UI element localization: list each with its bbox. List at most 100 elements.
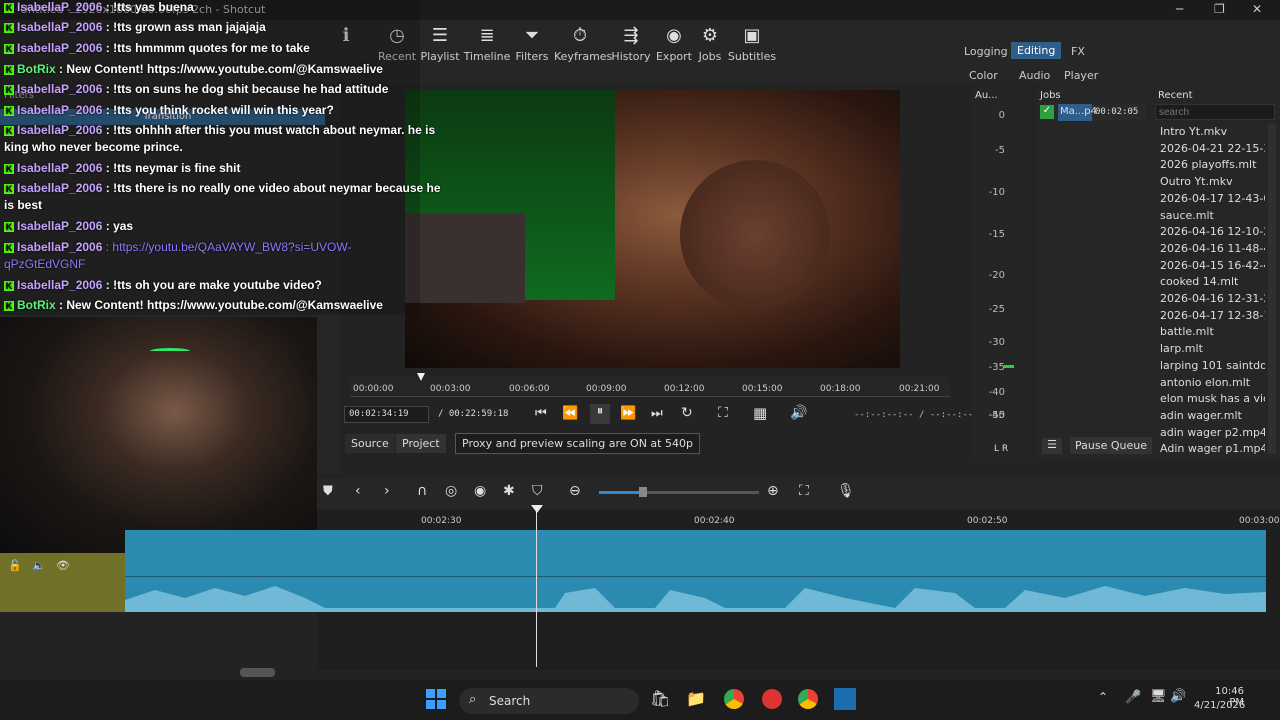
snap-icon[interactable]: ∩ (417, 483, 427, 499)
chevron-up-icon[interactable]: ⌃ (1098, 690, 1108, 704)
scrub-icon[interactable]: ◎ (445, 483, 457, 499)
pause-button[interactable]: ⏸ (590, 404, 610, 424)
job-row[interactable]: ✓ Ma...p4 00:02:05 (1040, 104, 1146, 121)
network-icon[interactable]: 🖥 (1150, 689, 1167, 704)
loop-icon[interactable]: ↻ (681, 405, 693, 421)
tab-project[interactable]: Project (396, 434, 446, 453)
timeline-playhead-handle[interactable] (531, 505, 543, 513)
recent-item[interactable]: 2026-04-16 11-48-47... (1160, 242, 1265, 255)
zoom-out-icon[interactable]: ⊖ (569, 483, 581, 499)
in-out-points: --:--:--:-- / --:--:--:-- (854, 410, 990, 420)
speaker-icon[interactable]: 🔊 (1170, 689, 1186, 704)
eye-icon[interactable]: 👁 (56, 559, 70, 572)
recent-item[interactable]: elon musk has a victi... (1160, 392, 1265, 405)
chat-line: king who never become prince. (4, 140, 183, 154)
taskbar-search-label: Search (489, 694, 531, 708)
zoom-slider[interactable] (599, 487, 759, 497)
subtitles-icon: ▣ (743, 25, 761, 46)
recent-scrollbar[interactable] (1268, 124, 1276, 454)
zoom-fit-timeline-icon[interactable]: ⛶ (799, 483, 809, 499)
keyframes-button[interactable]: ⏱ Keyframes (554, 22, 612, 63)
layout-editing[interactable]: Editing (1011, 42, 1062, 59)
chrome-profile-icon[interactable] (798, 689, 818, 709)
jobs-menu-icon[interactable]: ☰ (1042, 438, 1062, 454)
zoom-in-icon[interactable]: ⊕ (767, 483, 779, 499)
recent-item[interactable]: adin wager p2.mp4 (1160, 426, 1265, 439)
chat-overlay: K IsabellaP_2006 : !tts yas buena K Isabel… (0, 0, 441, 315)
timeline-scrollbar[interactable] (240, 668, 275, 677)
player-playhead[interactable] (417, 373, 425, 381)
timeline-playhead[interactable] (536, 505, 537, 667)
recent-item[interactable]: 2026-04-16 12-10-28... (1160, 225, 1265, 238)
ripple-markers-icon[interactable]: ⛉ (532, 483, 543, 499)
recent-item[interactable]: antonio elon.mlt (1160, 376, 1265, 389)
recent-item[interactable]: adin wager.mlt (1160, 409, 1265, 422)
microphone-icon[interactable]: 🎙 (837, 483, 855, 499)
windows-start-icon[interactable] (426, 689, 446, 709)
grid-icon[interactable]: ▦ (753, 404, 767, 422)
layout-fx[interactable]: FX (1065, 43, 1091, 60)
headphone-light (150, 348, 190, 354)
minimize-icon[interactable]: ─ (1176, 2, 1183, 16)
volume-icon[interactable]: 🔊 (790, 405, 807, 421)
close-icon[interactable]: ✕ (1252, 2, 1262, 16)
app-icon[interactable] (762, 689, 782, 709)
marker-icon[interactable]: ⛊ (323, 484, 333, 499)
recent-item[interactable]: 2026-04-16 12-31-21... (1160, 292, 1265, 305)
recent-item[interactable]: Intro Yt.mkv (1160, 125, 1265, 138)
microphone-tray-icon[interactable]: 🎤 (1125, 690, 1141, 705)
recent-item[interactable]: Adin wager p1.mp4 (1160, 442, 1265, 455)
duration-label: / 00:22:59:18 (438, 409, 509, 419)
layout-player[interactable]: Player (1058, 67, 1104, 84)
tab-source[interactable]: Source (345, 434, 395, 453)
timeline-clip[interactable] (125, 530, 1266, 612)
chat-line: K IsabellaP_2006 : !tts oh you are make y… (4, 278, 322, 292)
shotcut-icon[interactable] (834, 688, 856, 710)
player-ruler[interactable]: 00:00:00 00:03:00 00:06:00 00:09:00 00:1… (350, 377, 950, 397)
chat-line: qPzGtEdVGNF (4, 257, 86, 271)
recent-item[interactable]: sauce.mlt (1160, 209, 1265, 222)
jobs-panel (1036, 86, 1154, 458)
filters-button[interactable]: ⏷ Filters (506, 22, 558, 63)
ripple-all-icon[interactable]: ✱ (503, 483, 515, 499)
pause-queue-button[interactable]: Pause Queue (1070, 437, 1152, 454)
recent-item[interactable]: 2026-04-17 12-38-12... (1160, 309, 1265, 322)
clock-date[interactable]: 4/21/2026 (1194, 700, 1245, 711)
rewind-icon[interactable]: ⏪ (562, 406, 578, 421)
audio-waveform (125, 586, 1266, 612)
chevron-right-icon[interactable]: › (384, 483, 390, 499)
recent-search-input[interactable] (1155, 104, 1275, 120)
lock-icon[interactable]: 🔓 (8, 559, 22, 572)
recent-item[interactable]: 2026 playoffs.mlt (1160, 158, 1265, 171)
taskbar-search[interactable]: ⌕ Search (459, 688, 639, 714)
layout-color[interactable]: Color (963, 67, 1004, 84)
layout-logging[interactable]: Logging (958, 43, 1014, 60)
recent-item[interactable]: 2026-04-21 22-15-36... (1160, 142, 1265, 155)
subtitles-button[interactable]: ▣ Subtitles (726, 22, 778, 63)
recent-item[interactable]: 2026-04-15 16-42-44... (1160, 259, 1265, 272)
chrome-icon[interactable] (724, 689, 744, 709)
zoom-fit-icon[interactable]: ⛶ (718, 405, 728, 421)
recent-item[interactable]: larp.mlt (1160, 342, 1265, 355)
recent-item[interactable]: battle.mlt (1160, 325, 1265, 338)
recent-item[interactable]: 2026-04-17 12-43-06... (1160, 192, 1265, 205)
chevron-left-icon[interactable]: ‹ (355, 483, 361, 499)
chat-line: K IsabellaP_2006 : !tts ohhhh after this … (4, 123, 436, 137)
skip-previous-icon[interactable]: ⏮ (535, 406, 547, 421)
timecode-field[interactable]: 00:02:34:19 (344, 406, 429, 423)
store-icon[interactable]: 🛍 (650, 689, 670, 708)
skip-next-icon[interactable]: ⏭ (651, 406, 663, 421)
layout-audio[interactable]: Audio (1013, 67, 1056, 84)
ripple-icon[interactable]: ◉ (474, 483, 486, 499)
recent-item[interactable]: larping 101 saintdon... (1160, 359, 1265, 372)
audio-meter-title: Au... (975, 90, 998, 101)
maximize-icon[interactable]: ❐ (1214, 2, 1225, 16)
recent-item[interactable]: Outro Yt.mkv (1160, 175, 1265, 188)
recent-item[interactable]: cooked 14.mlt (1160, 275, 1265, 288)
folder-icon[interactable]: 📁 (686, 689, 706, 708)
fast-forward-icon[interactable]: ⏩ (620, 406, 636, 421)
mute-icon[interactable]: 🔈 (32, 559, 46, 572)
timeline-ruler[interactable]: 00:02:30 00:02:40 00:02:50 00:03:00 (317, 510, 1280, 530)
zoom-slider-handle[interactable] (639, 487, 647, 497)
playlist-button[interactable]: ☰ Playlist (414, 22, 466, 63)
